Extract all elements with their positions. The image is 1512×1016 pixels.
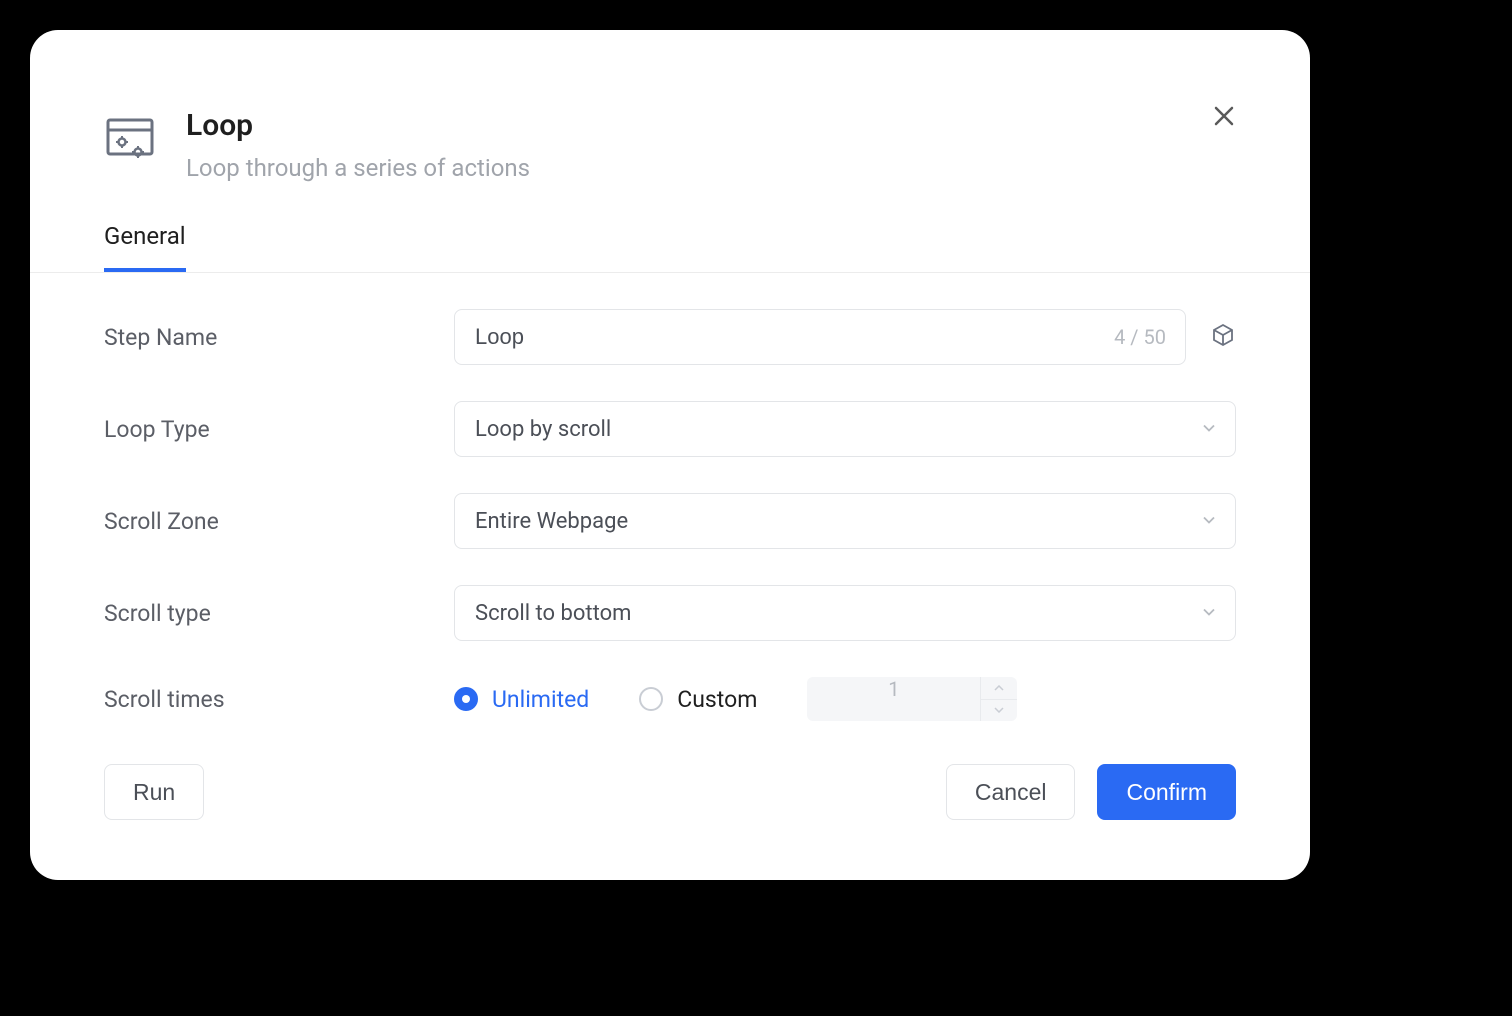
cancel-button[interactable]: Cancel: [946, 764, 1076, 820]
label-scroll-zone: Scroll Zone: [104, 508, 454, 535]
chevron-up-icon: [994, 685, 1004, 691]
radio-unlimited-label: Unlimited: [492, 686, 589, 713]
row-scroll-times: Scroll times Unlimited Custom 1: [104, 677, 1236, 721]
confirm-button[interactable]: Confirm: [1097, 764, 1236, 820]
dialog-footer: Run Cancel Confirm: [30, 764, 1310, 880]
radio-unlimited[interactable]: Unlimited: [454, 686, 589, 713]
dialog-title: Loop: [186, 108, 530, 144]
row-step-name: Step Name 4 / 50: [104, 309, 1236, 365]
chevron-down-icon: [1201, 601, 1217, 626]
step-name-input[interactable]: [454, 309, 1186, 365]
label-scroll-type: Scroll type: [104, 600, 454, 627]
loop-icon: [104, 112, 158, 170]
close-button[interactable]: [1212, 104, 1236, 132]
scroll-zone-value: Entire Webpage: [475, 509, 628, 534]
char-counter: 4 / 50: [1114, 325, 1166, 349]
chevron-down-icon: [1201, 417, 1217, 442]
row-scroll-type: Scroll type Scroll to bottom: [104, 585, 1236, 641]
variable-button[interactable]: [1210, 322, 1236, 352]
loop-type-value: Loop by scroll: [475, 417, 611, 442]
dialog-header: Loop Loop through a series of actions: [30, 30, 1310, 182]
form: Step Name 4 / 50 Loop Type Loop by scr: [30, 273, 1310, 764]
radio-circle-icon: [639, 687, 663, 711]
chevron-down-icon: [1201, 509, 1217, 534]
row-scroll-zone: Scroll Zone Entire Webpage: [104, 493, 1236, 549]
row-loop-type: Loop Type Loop by scroll: [104, 401, 1236, 457]
scroll-zone-select[interactable]: Entire Webpage: [454, 493, 1236, 549]
radio-custom-label: Custom: [677, 686, 757, 713]
close-icon: [1212, 104, 1236, 128]
scroll-type-select[interactable]: Scroll to bottom: [454, 585, 1236, 641]
loop-type-select[interactable]: Loop by scroll: [454, 401, 1236, 457]
label-loop-type: Loop Type: [104, 416, 454, 443]
stepper-up[interactable]: [981, 677, 1017, 700]
chevron-down-icon: [994, 707, 1004, 713]
radio-custom[interactable]: Custom: [639, 686, 757, 713]
custom-count-value: 1: [807, 677, 981, 721]
loop-dialog: Loop Loop through a series of actions Ge…: [30, 30, 1310, 880]
radio-circle-icon: [454, 687, 478, 711]
cube-icon: [1210, 322, 1236, 348]
custom-count-stepper[interactable]: 1: [807, 677, 1017, 721]
tabs: General: [30, 182, 1310, 273]
stepper-down[interactable]: [981, 700, 1017, 722]
label-scroll-times: Scroll times: [104, 686, 454, 713]
tab-general[interactable]: General: [104, 222, 186, 272]
dialog-subtitle: Loop through a series of actions: [186, 154, 530, 182]
label-step-name: Step Name: [104, 324, 454, 351]
scroll-type-value: Scroll to bottom: [475, 601, 631, 626]
run-button[interactable]: Run: [104, 764, 204, 820]
